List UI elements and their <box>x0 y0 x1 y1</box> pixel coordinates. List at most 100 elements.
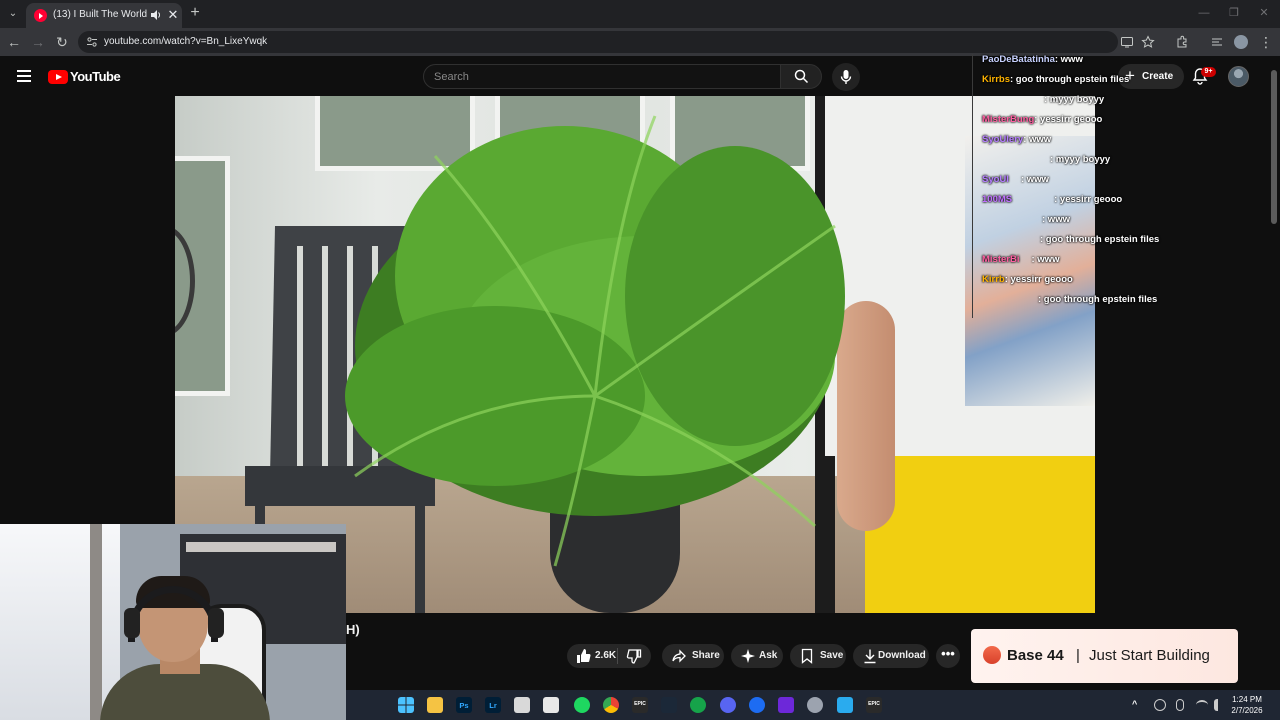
chat-text: : www <box>1054 54 1083 65</box>
like-count[interactable]: 2.6K <box>595 650 616 661</box>
save-button[interactable]: Save <box>790 644 846 668</box>
chrome-icon[interactable] <box>603 697 619 713</box>
download-button[interactable]: Download <box>853 644 929 668</box>
like-dislike-group: 2.6K <box>567 644 651 668</box>
like-thumbs-up-icon[interactable] <box>575 648 591 664</box>
ad-separator: | <box>1076 647 1080 664</box>
capcut-icon[interactable] <box>543 697 559 713</box>
chat-username: MisterBi <box>982 254 1020 265</box>
like-divider <box>617 648 618 664</box>
share-button[interactable]: Share <box>662 644 724 668</box>
ad-tagline: Just Start Building <box>1089 647 1210 664</box>
chat-text: : www <box>1020 174 1049 185</box>
bookmark-star-icon[interactable] <box>1141 35 1155 49</box>
browser-menu-icon[interactable]: ⋮ <box>1258 34 1274 50</box>
webcam-overlay <box>0 524 346 720</box>
wifi-icon[interactable] <box>1196 700 1208 710</box>
sync-icon[interactable] <box>1154 699 1166 711</box>
search-button[interactable] <box>780 64 822 89</box>
forward-arrow-icon[interactable]: → <box>30 34 46 50</box>
chat-message: : myyy boyyy <box>982 94 1104 105</box>
discord-icon[interactable] <box>720 697 736 713</box>
download-icon <box>864 649 876 664</box>
clock-time: 1:24 PM <box>1232 695 1262 704</box>
site-info-icon[interactable] <box>86 36 98 48</box>
steam-icon[interactable] <box>661 697 677 713</box>
search-input[interactable] <box>434 69 764 85</box>
chat-message: MisterBung: yessirr geooo <box>982 114 1102 125</box>
extensions-puzzle-icon[interactable] <box>1175 35 1189 49</box>
stream-chat-overlay: PaoDeBatatinha: www Kirrbs: goo through … <box>972 54 1202 318</box>
chat-message: SyoUl : www <box>982 174 1049 185</box>
page-scrollbar[interactable] <box>1270 56 1278 720</box>
address-bar[interactable]: youtube.com/watch?v=Bn_LixeYwqk <box>78 31 1118 53</box>
chat-username: Kirrbs <box>982 74 1010 85</box>
game-launcher-icon[interactable] <box>690 697 706 713</box>
calculator-icon[interactable] <box>514 697 530 713</box>
tray-overflow-icon[interactable]: ^ <box>1132 699 1137 709</box>
webcam-window-frame <box>90 524 102 720</box>
chat-username: PaoDeBatatinha <box>982 54 1055 65</box>
browser-tab-active[interactable]: (13) I Built The World's Largest ✕ <box>26 3 182 28</box>
lightroom-label: Lr <box>489 701 497 710</box>
davinci-icon[interactable] <box>778 697 794 713</box>
more-actions-button[interactable]: ••• <box>936 644 960 668</box>
video-person-shorts <box>865 456 1095 613</box>
epic-games-launcher-icon[interactable]: EPIC <box>866 697 882 713</box>
reading-list-icon[interactable] <box>1210 35 1224 49</box>
video-fern-plant <box>345 115 845 567</box>
chat-username: SyoUl <box>982 174 1009 185</box>
epic-label: EPIC <box>634 701 646 707</box>
youtube-logo[interactable]: YouTube <box>48 69 121 85</box>
chat-message: Kirrbs: goo through epstein files <box>982 74 1129 85</box>
chat-message: : goo through epstein files <box>982 234 1159 245</box>
restore-icon[interactable]: ❐ <box>1226 5 1242 21</box>
minimize-icon[interactable]: — <box>1196 5 1212 21</box>
account-avatar[interactable] <box>1228 66 1249 87</box>
tab-close-icon[interactable]: ✕ <box>166 7 180 23</box>
ask-button[interactable]: Ask <box>731 644 783 668</box>
epic-games-icon[interactable]: EPIC <box>632 697 648 713</box>
photoshop-icon[interactable]: Ps <box>456 697 472 713</box>
chat-text: : www <box>1031 254 1060 265</box>
cast-icon[interactable] <box>1120 35 1134 49</box>
obs-icon[interactable] <box>807 697 823 713</box>
battlenet-icon[interactable] <box>749 697 765 713</box>
chat-message: Kirrb: yessirr geooo <box>982 274 1073 285</box>
voice-search-button[interactable] <box>832 63 860 91</box>
reload-icon[interactable]: ↻ <box>54 34 70 50</box>
spotify-icon[interactable] <box>574 697 590 713</box>
chat-text: : yessirr geooo <box>1054 194 1123 205</box>
file-explorer-icon[interactable] <box>427 697 443 713</box>
close-window-icon[interactable]: ✕ <box>1256 5 1272 21</box>
chat-text: : yessirr geooo <box>1004 274 1073 285</box>
messenger-icon[interactable] <box>837 697 853 713</box>
tab-search-chevron-icon[interactable]: ⌄ <box>4 5 22 23</box>
hamburger-menu-icon[interactable] <box>17 70 31 82</box>
chat-message: PaoDeBatatinha: www <box>982 54 1083 65</box>
chat-message: : myyy boyyy <box>982 154 1110 165</box>
profile-avatar-icon[interactable] <box>1234 35 1248 49</box>
chat-text: : www <box>1042 214 1070 225</box>
chat-message: : goo through epstein files <box>982 294 1157 305</box>
taskbar-clock[interactable]: 1:24 PM 2/7/2026 <box>1224 694 1270 716</box>
new-tab-icon[interactable]: + <box>187 5 203 21</box>
back-arrow-icon[interactable]: ← <box>6 34 22 50</box>
epic-label-2: EPIC <box>868 701 880 707</box>
chat-username: MisterBung <box>982 114 1035 125</box>
windows-start-icon[interactable] <box>398 697 414 713</box>
tray-microphone-icon[interactable] <box>1176 699 1184 711</box>
ad-banner[interactable]: Base 44 | Just Start Building <box>971 629 1238 683</box>
video-title: H) <box>346 622 360 637</box>
chat-message: SyoUlery: www <box>982 134 1051 145</box>
chat-message: 100MS: yessirr geooo <box>982 194 1122 205</box>
search-icon <box>794 69 809 84</box>
tab-audio-playing-icon[interactable] <box>150 9 162 21</box>
youtube-play-logo-icon <box>48 70 68 84</box>
lightroom-icon[interactable]: Lr <box>485 697 501 713</box>
chat-username: SyoUlery <box>982 134 1024 145</box>
dislike-thumbs-down-icon[interactable] <box>626 648 642 664</box>
scrollbar-thumb[interactable] <box>1271 70 1277 224</box>
chat-text: : goo through epstein files <box>1038 294 1158 305</box>
webcam-shelf-top <box>186 542 336 552</box>
